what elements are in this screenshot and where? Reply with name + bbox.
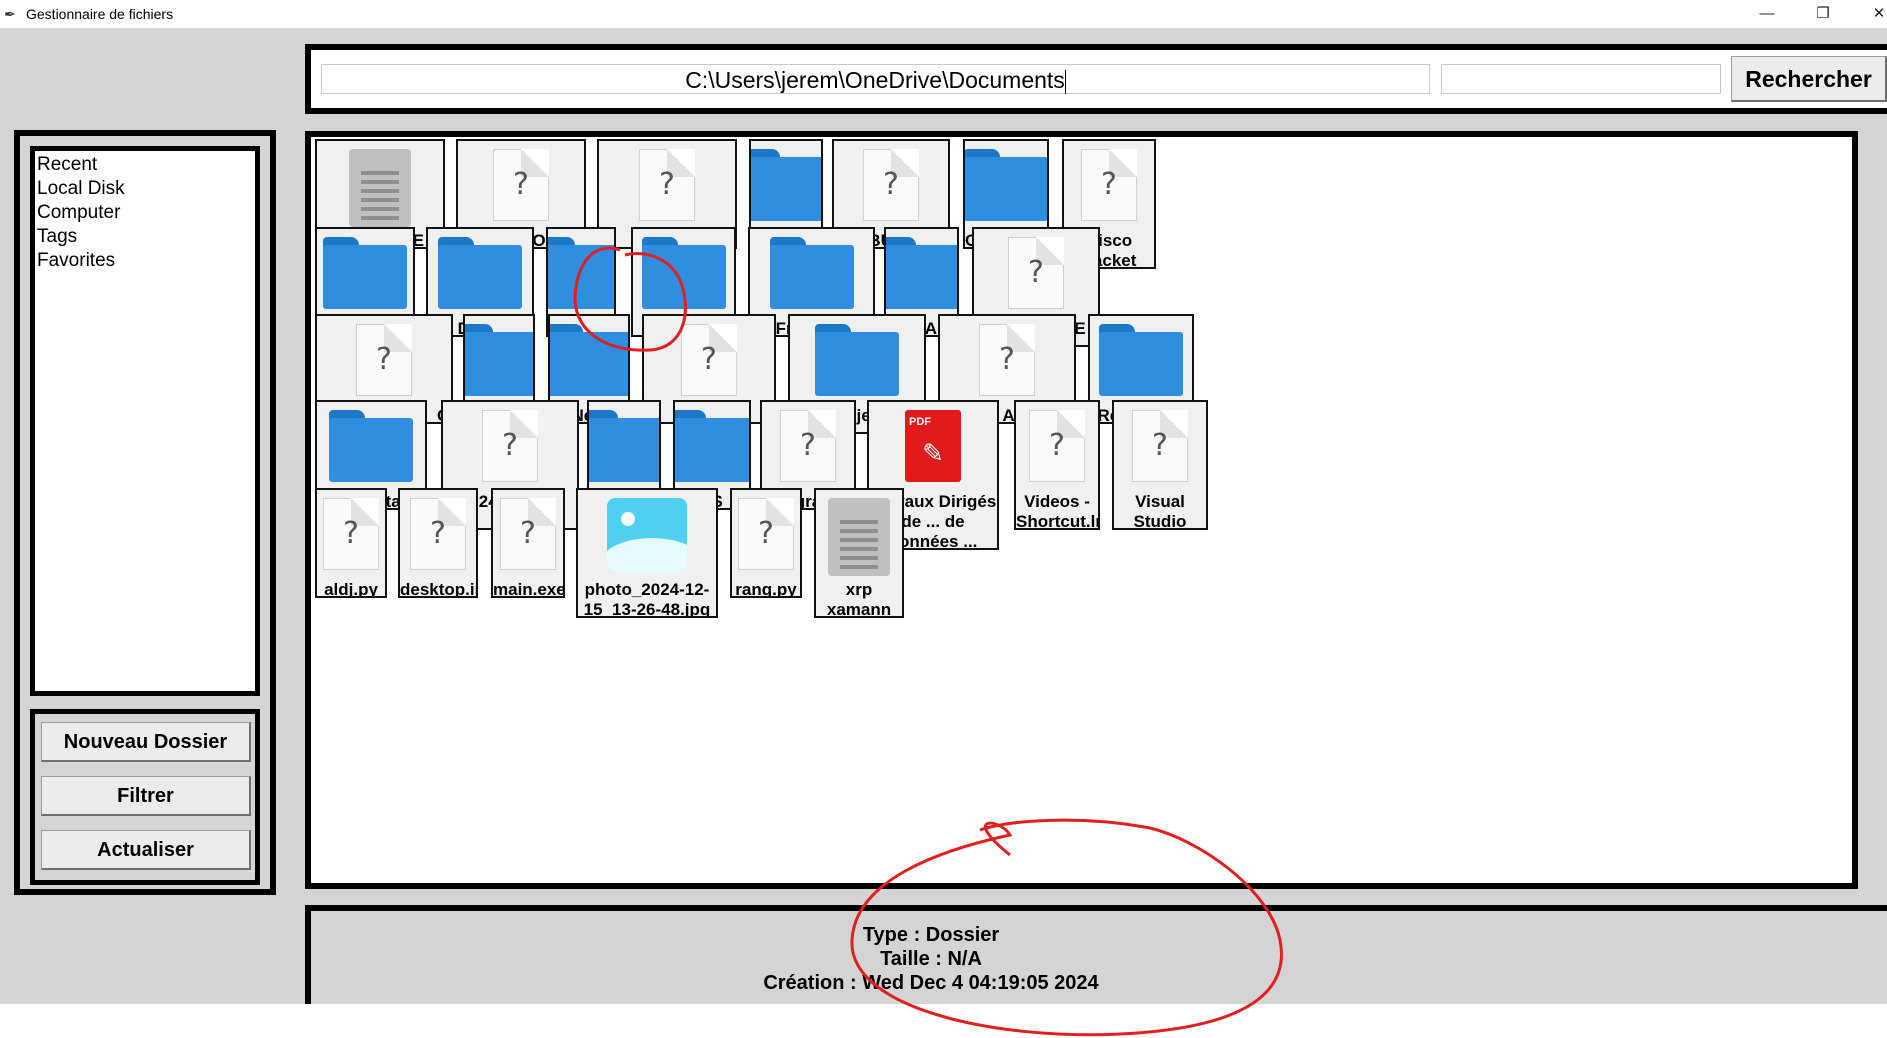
filter-button[interactable]: Filtrer — [41, 776, 251, 816]
file-label: Visual Studio Code.lnk — [1133, 492, 1187, 530]
file-label: rang.py — [735, 580, 797, 598]
folder-icon — [329, 410, 413, 482]
file-label: main.exe — [493, 580, 565, 598]
unknown-file-icon: ? — [780, 410, 836, 482]
folder-icon — [641, 237, 726, 309]
app-feather-icon: ✒ — [4, 6, 16, 22]
folder-icon — [548, 237, 614, 309]
folder-icon — [323, 237, 407, 309]
unknown-file-icon: ? — [410, 498, 466, 570]
search-button[interactable]: Rechercher — [1731, 56, 1887, 102]
file-tile[interactable]: ? aldj.py — [315, 488, 387, 598]
text-caret — [1064, 69, 1066, 94]
file-label: aldj.py — [324, 580, 378, 598]
folder-icon — [465, 324, 533, 396]
file-tile[interactable]: ? desktop.ini — [398, 488, 478, 598]
info-type: Type : Dossier — [862, 924, 1000, 946]
maximize-button[interactable]: ❐ — [1800, 0, 1846, 28]
text-file-icon — [828, 498, 890, 576]
path-value: C:\Users\jerem\OneDrive\Documents — [685, 67, 1065, 93]
unknown-file-icon: ? — [639, 149, 695, 221]
folder-icon — [589, 410, 659, 482]
folder-icon — [1099, 324, 1183, 396]
title-bar: ✒ Gestionnaire de fichiers — ❐ ✕ — [0, 0, 1887, 28]
folder-icon — [815, 324, 899, 396]
new-folder-button[interactable]: Nouveau Dossier — [41, 722, 251, 762]
unknown-file-icon: ? — [1008, 237, 1064, 309]
unknown-file-icon: ? — [979, 324, 1035, 396]
unknown-file-icon: ? — [482, 410, 538, 482]
unknown-file-icon: ? — [500, 498, 556, 570]
action-panel: Nouveau Dossier Filtrer Actualiser — [30, 709, 260, 885]
file-tile[interactable]: ? Videos - Shortcut.lnk — [1014, 400, 1100, 530]
unknown-file-icon: ? — [1132, 410, 1188, 482]
refresh-button[interactable]: Actualiser — [41, 830, 251, 870]
unknown-file-icon: ? — [738, 498, 794, 570]
pdf-file-icon: PDF ✎ — [905, 410, 961, 482]
minimize-button[interactable]: — — [1744, 0, 1790, 28]
info-panel: Type : Dossier Taille : N/A Création : W… — [305, 905, 1887, 1004]
info-size: Taille : N/A — [880, 948, 982, 970]
unknown-file-icon: ? — [681, 324, 737, 396]
file-tile[interactable]: photo_2024-12-15_13-26-48.jpg — [576, 488, 718, 618]
file-label: desktop.ini — [400, 580, 476, 598]
info-created: Création : Wed Dec 4 04:19:05 2024 — [763, 972, 1099, 994]
file-tile[interactable]: ? rang.py — [730, 488, 802, 598]
file-grid: !DOCTYPE html.txt?ALGO DJISKRA.py?ALGO S… — [305, 131, 1858, 889]
unknown-file-icon: ? — [1081, 149, 1137, 221]
text-file-icon — [349, 149, 411, 227]
folder-icon — [965, 149, 1047, 221]
folder-icon — [550, 324, 628, 396]
unknown-file-icon: ? — [323, 498, 379, 570]
folder-icon — [675, 410, 749, 482]
nav-item-computer[interactable]: Computer — [37, 201, 255, 225]
folder-icon — [769, 237, 854, 309]
window-title: Gestionnaire de fichiers — [26, 6, 174, 22]
folder-icon — [751, 149, 821, 221]
nav-list: Recent Local Disk Computer Tags Favorite… — [30, 146, 260, 696]
nav-item-favorites[interactable]: Favorites — [37, 249, 255, 273]
file-tile[interactable]: xrp xamann wallet.txt — [814, 488, 904, 618]
file-tile[interactable]: ? main.exe — [491, 488, 565, 598]
file-label: Videos - Shortcut.lnk — [1016, 492, 1098, 530]
unknown-file-icon: ? — [1029, 410, 1085, 482]
nav-item-tags[interactable]: Tags — [37, 225, 255, 249]
nav-item-recent[interactable]: Recent — [37, 153, 255, 177]
image-file-icon — [607, 498, 687, 572]
folder-icon — [886, 237, 957, 309]
path-input[interactable]: C:\Users\jerem\OneDrive\Documents — [321, 64, 1430, 94]
close-button[interactable]: ✕ — [1856, 0, 1887, 28]
file-tile[interactable]: ? Visual Studio Code.lnk — [1112, 400, 1208, 530]
search-input[interactable] — [1441, 64, 1721, 94]
sidebar: Recent Local Disk Computer Tags Favorite… — [14, 130, 276, 895]
nav-item-local-disk[interactable]: Local Disk — [37, 177, 255, 201]
path-toolbar: C:\Users\jerem\OneDrive\Documents Recher… — [305, 44, 1887, 114]
file-label: photo_2024-12-15_13-26-48.jpg — [583, 580, 711, 618]
folder-icon — [438, 237, 522, 309]
unknown-file-icon: ? — [863, 149, 919, 221]
unknown-file-icon: ? — [493, 149, 549, 221]
unknown-file-icon: ? — [356, 324, 412, 396]
file-label: xrp xamann wallet.txt — [826, 580, 892, 618]
